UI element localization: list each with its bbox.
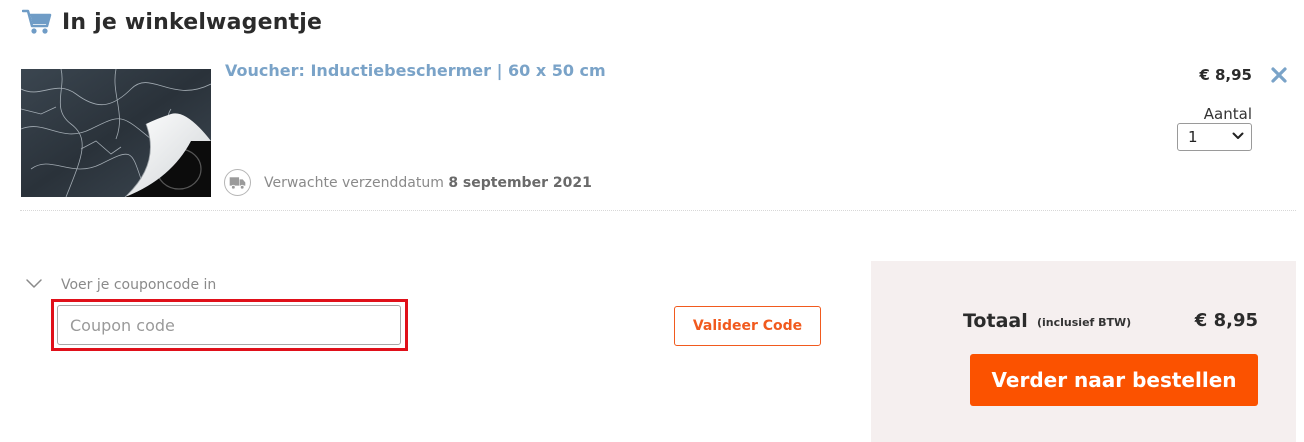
chevron-down-icon	[1232, 132, 1244, 139]
coupon-toggle-label[interactable]: Voer je couponcode in	[61, 275, 216, 295]
shipping-date-label: Verwachte verzenddatum	[264, 175, 444, 191]
product-title-link[interactable]: Voucher: Inductiebeschermer | 60 x 50 cm	[225, 60, 606, 82]
quantity-value: 1	[1188, 128, 1198, 146]
cart-title: In je winkelwagentje	[62, 10, 323, 35]
total-label: Totaal	[963, 310, 1028, 332]
continue-to-order-button[interactable]: Verder naar bestellen	[970, 354, 1258, 406]
validate-code-button[interactable]: Valideer Code	[674, 306, 821, 346]
total-vat-note: (inclusief BTW)	[1037, 316, 1132, 329]
quantity-label: Aantal	[1203, 105, 1252, 123]
shipping-date-value: 8 september 2021	[448, 175, 592, 191]
shipping-date-text: Verwachte verzenddatum 8 september 2021	[264, 173, 592, 193]
product-image[interactable]	[21, 69, 211, 197]
coupon-code-input[interactable]	[57, 305, 401, 345]
delivery-truck-icon	[224, 169, 251, 196]
product-price: € 8,95	[1199, 66, 1252, 84]
total-amount: € 8,95	[1194, 310, 1258, 331]
remove-item-button[interactable]	[1266, 62, 1292, 88]
chevron-down-icon[interactable]	[25, 277, 43, 291]
row-divider	[20, 210, 1296, 211]
shopping-cart-icon	[22, 9, 52, 34]
totals-panel	[871, 261, 1296, 442]
